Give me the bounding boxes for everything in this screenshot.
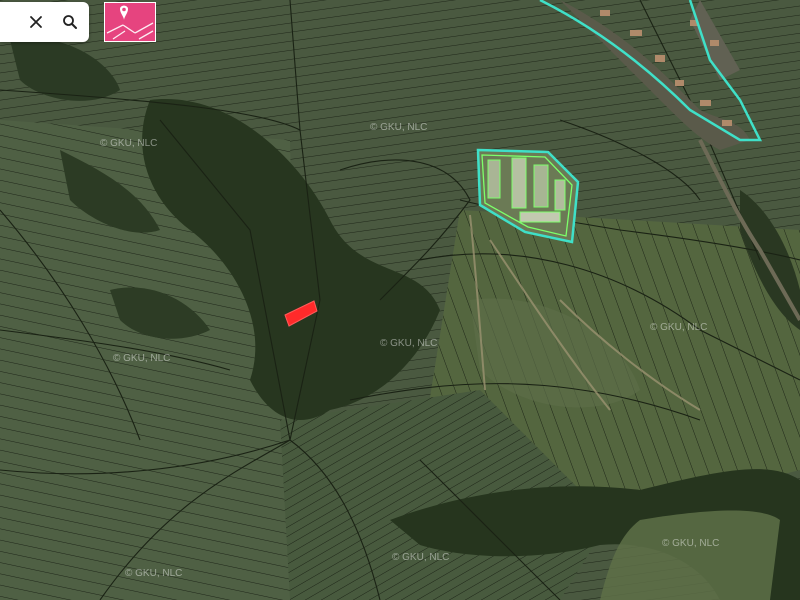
- clear-button[interactable]: [23, 9, 49, 35]
- map-watermark: © GKU, NLC: [380, 338, 438, 349]
- close-icon: [30, 16, 42, 28]
- search-toolbar: [0, 2, 89, 42]
- map-pin-icon: [106, 5, 154, 40]
- map-watermark: © GKU, NLC: [370, 122, 428, 133]
- search-button[interactable]: [57, 9, 83, 35]
- map-watermark: © GKU, NLC: [662, 538, 720, 549]
- map-watermark: © GKU, NLC: [125, 568, 183, 579]
- map-watermark: © GKU, NLC: [100, 138, 158, 149]
- map-watermark: © GKU, NLC: [113, 353, 171, 364]
- map-canvas[interactable]: [0, 0, 800, 600]
- search-icon: [63, 15, 77, 29]
- map-layer-button[interactable]: [104, 2, 156, 42]
- map-watermark: © GKU, NLC: [392, 552, 450, 563]
- map-watermark: © GKU, NLC: [650, 322, 708, 333]
